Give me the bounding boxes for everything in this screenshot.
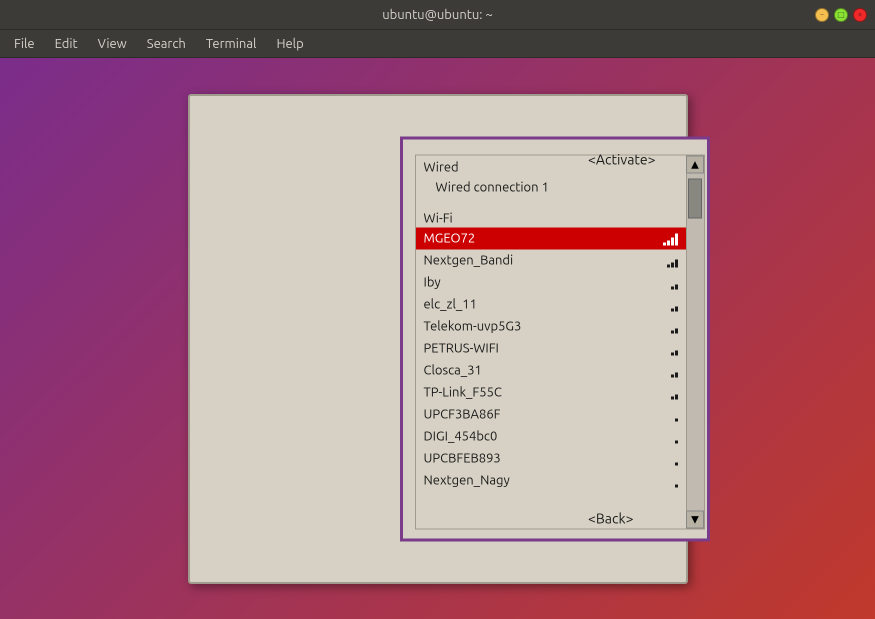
signal-strength-icon: [671, 341, 678, 355]
minimize-button[interactable]: −: [815, 8, 829, 22]
signal-strength-icon: [667, 253, 678, 267]
dialog-inner: ▲ ▼ Wired Wired connection 1 Wi-Fi: [400, 136, 710, 541]
menu-terminal[interactable]: Terminal: [198, 35, 265, 53]
menu-bar: File Edit View Search Terminal Help: [0, 30, 875, 58]
signal-strength-icon: [663, 231, 678, 245]
scrollbar[interactable]: ▲ ▼: [686, 155, 704, 528]
window-controls: − □ ×: [815, 8, 867, 22]
signal-strength-icon: [675, 407, 678, 421]
menu-search[interactable]: Search: [139, 35, 194, 53]
window-title: ubuntu@ubuntu: ~: [382, 0, 493, 30]
signal-strength-icon: [671, 385, 678, 399]
scroll-track: [687, 173, 704, 510]
dialog-outer: ▲ ▼ Wired Wired connection 1 Wi-Fi: [188, 94, 688, 584]
activate-button[interactable]: <Activate>: [588, 151, 655, 167]
side-buttons: <Activate> <Back>: [588, 151, 655, 526]
menu-edit[interactable]: Edit: [47, 35, 86, 53]
signal-strength-icon: [675, 451, 678, 465]
signal-strength-icon: [675, 473, 678, 487]
signal-strength-icon: [671, 275, 678, 289]
maximize-button[interactable]: □: [834, 8, 848, 22]
signal-strength-icon: [671, 363, 678, 377]
menu-view[interactable]: View: [90, 35, 135, 53]
back-button[interactable]: <Back>: [588, 510, 655, 526]
menu-help[interactable]: Help: [268, 35, 311, 53]
signal-strength-icon: [671, 319, 678, 333]
main-area: ▲ ▼ Wired Wired connection 1 Wi-Fi: [0, 58, 875, 619]
network-list-container: ▲ ▼ Wired Wired connection 1 Wi-Fi: [415, 154, 705, 529]
signal-strength-icon: [675, 429, 678, 443]
close-button[interactable]: ×: [853, 8, 867, 22]
signal-strength-icon: [671, 297, 678, 311]
title-bar: ubuntu@ubuntu: ~ − □ ×: [0, 0, 875, 30]
scroll-thumb[interactable]: [688, 178, 702, 218]
scroll-up-button[interactable]: ▲: [686, 155, 704, 173]
scroll-down-button[interactable]: ▼: [686, 510, 704, 528]
menu-file[interactable]: File: [6, 35, 43, 53]
